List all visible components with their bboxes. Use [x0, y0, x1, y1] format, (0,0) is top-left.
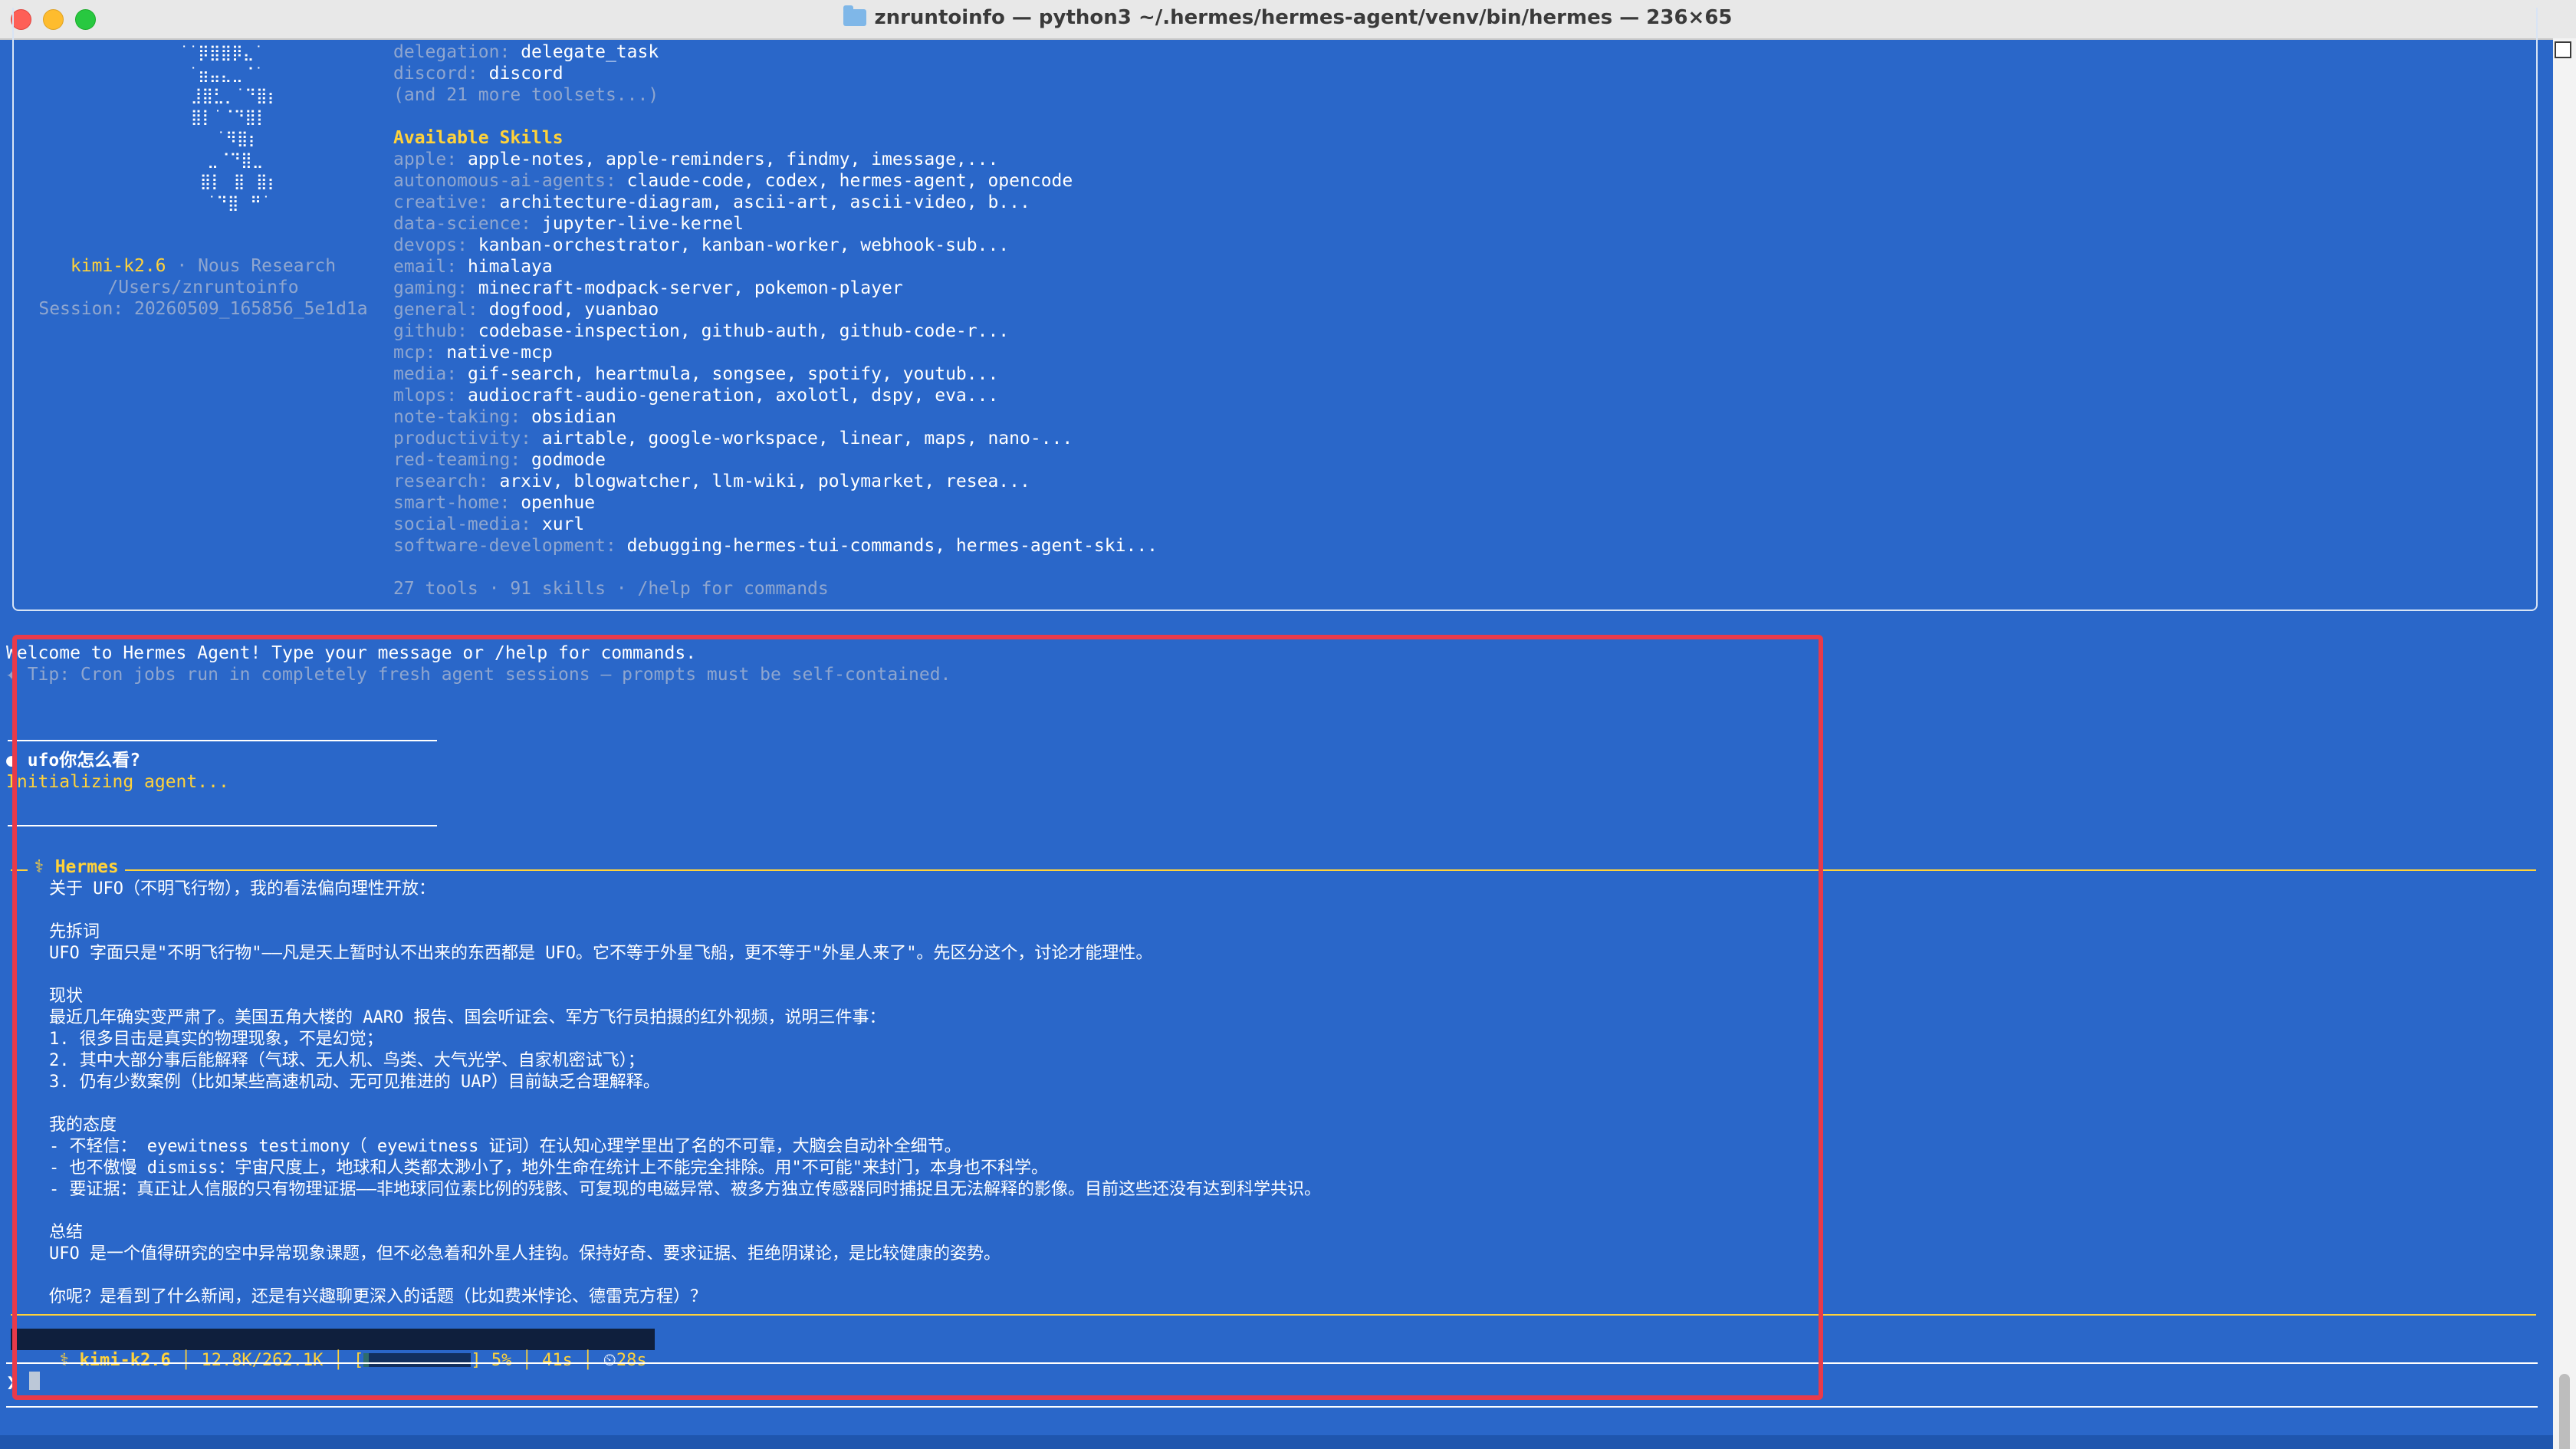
skill-key: software-development: — [393, 536, 616, 556]
logo-art-line: ˙⣶⣤⣄⣀⠈˙ — [161, 64, 264, 83]
skill-key: devops: — [393, 235, 468, 255]
skill-row: media: gif-search, heartmula, songsee, s… — [393, 363, 998, 385]
skill-value: airtable, google-workspace, linear, maps… — [541, 429, 1073, 449]
skill-key: red-teaming: — [393, 450, 521, 470]
skill-value: xurl — [541, 514, 585, 534]
logo-art-line: ⠀⣸⣿⣃⡀˙⠙⣿⡆ — [161, 86, 279, 104]
skill-key: research: — [393, 472, 489, 491]
skill-row: mcp: native-mcp — [393, 342, 553, 363]
skill-row: gaming: minecraft-modpack-server, pokemo… — [393, 278, 903, 299]
model-info-line: kimi-k2.6 · Nous Research — [70, 256, 337, 276]
skill-key: creative: — [393, 192, 489, 212]
skill-value: kanban-orchestrator, kanban-worker, webh… — [478, 235, 1010, 255]
skill-key: autonomous-ai-agents: — [393, 171, 616, 191]
banner-session-id: Session: 20260509_165856_5e1d1a — [38, 299, 368, 319]
skill-key: data-science: — [393, 214, 532, 234]
logo-art-line: ˙⠻⣿⡆ — [161, 129, 260, 147]
banner-panel — [12, 8, 2538, 611]
scrollbar[interactable] — [2553, 38, 2576, 1449]
input-bottom-rule — [6, 1406, 2538, 1408]
skill-key: github: — [393, 321, 468, 341]
skill-key: email: — [393, 257, 458, 277]
scrollbar-thumb[interactable] — [2559, 1374, 2570, 1449]
skill-value: codebase-inspection, github-auth, github… — [478, 321, 1010, 341]
skill-key: social-media: — [393, 514, 532, 534]
toolset-key: delegation: — [393, 42, 511, 62]
skill-key: note-taking: — [393, 407, 521, 427]
terminal-window: znruntoinfo — python3 ~/.hermes/hermes-a… — [0, 0, 2576, 1449]
skill-value: obsidian — [531, 407, 616, 427]
skill-key: apple: — [393, 150, 458, 169]
skill-row: red-teaming: godmode — [393, 449, 606, 471]
skill-value: arxiv, blogwatcher, llm-wiki, polymarket… — [499, 472, 1030, 491]
skill-row: social-media: xurl — [393, 514, 584, 535]
hermes-logo-art: ˙˙⡿⣿⣿⡿⣄˙ ˙⣶⣤⣄⣀⠈˙ ⠀⣸⣿⣃⡀˙⠙⣿⡆ ⠀⣿⡇˙⠈⠙⣿⡇ ˙⠻⣿⡆… — [161, 41, 278, 213]
logo-art-line: ⣀⠈⠙⣿⣀ — [161, 150, 264, 169]
skill-row: note-taking: obsidian — [393, 406, 616, 428]
skill-key: general: — [393, 300, 478, 320]
skill-key: media: — [393, 364, 458, 384]
skill-row: productivity: airtable, google-workspace… — [393, 428, 1073, 449]
skill-row: smart-home: openhue — [393, 492, 595, 514]
skill-value: himalaya — [467, 257, 553, 277]
skill-row: devops: kanban-orchestrator, kanban-work… — [393, 235, 1009, 256]
logo-art-line: ˙⠙⣿⠀⠛˙ — [161, 193, 271, 212]
toolset-value: discord — [488, 64, 564, 84]
skill-value: dogfood, yuanbao — [488, 300, 659, 320]
toolset-row: delegation: delegate_task — [393, 41, 659, 63]
skill-row: general: dogfood, yuanbao — [393, 299, 659, 320]
skill-row: mlops: audiocraft-audio-generation, axol… — [393, 385, 998, 406]
skill-value: apple-notes, apple-reminders, findmy, im… — [467, 150, 999, 169]
skill-value: architecture-diagram, ascii-art, ascii-v… — [499, 192, 1030, 212]
skill-value: minecraft-modpack-server, pokemon-player — [478, 278, 903, 298]
skill-row: creative: architecture-diagram, ascii-ar… — [393, 192, 1030, 213]
skill-row: research: arxiv, blogwatcher, llm-wiki, … — [393, 471, 1030, 492]
more-toolsets-text: (and 21 more toolsets...) — [393, 85, 659, 105]
highlight-annotation — [12, 635, 1823, 1400]
banner-model-name: kimi-k2.6 — [70, 256, 166, 276]
skills-heading: Available Skills — [393, 128, 564, 148]
skill-value: openhue — [521, 493, 596, 513]
skill-row: autonomous-ai-agents: claude-code, codex… — [393, 170, 1073, 192]
banner-summary: 27 tools · 91 skills · /help for command… — [393, 579, 829, 599]
skill-row: apple: apple-notes, apple-reminders, fin… — [393, 149, 998, 170]
skill-row: software-development: debugging-hermes-t… — [393, 535, 1158, 557]
logo-art-line: ˙˙⡿⣿⣿⡿⣄˙ — [161, 43, 264, 61]
logo-art-line: ⠀⣿⡇⠀⣿⠀⣿⡆ — [161, 172, 279, 190]
skill-key: smart-home: — [393, 493, 511, 513]
skill-value: jupyter-live-kernel — [541, 214, 744, 234]
skill-key: gaming: — [393, 278, 468, 298]
toolset-key: discord: — [393, 64, 478, 84]
skill-key: mlops: — [393, 386, 458, 406]
skill-value: godmode — [531, 450, 606, 470]
split-pane-icon[interactable] — [2555, 41, 2571, 58]
banner-provider: Nous Research — [198, 256, 337, 276]
skill-row: data-science: jupyter-live-kernel — [393, 213, 744, 235]
skill-key: productivity: — [393, 429, 532, 449]
logo-art-line: ⠀⣿⡇˙⠈⠙⣿⡇ — [161, 107, 268, 126]
bottom-edge — [0, 1435, 2553, 1449]
skill-value: native-mcp — [446, 343, 553, 363]
toolset-value: delegate_task — [521, 42, 659, 62]
banner-cwd: /Users/znruntoinfo — [107, 278, 299, 297]
skill-row: github: codebase-inspection, github-auth… — [393, 320, 1009, 342]
skill-row: email: himalaya — [393, 256, 553, 278]
skill-value: audiocraft-audio-generation, axolotl, ds… — [467, 386, 999, 406]
skill-value: claude-code, codex, hermes-agent, openco… — [626, 171, 1073, 191]
skill-value: gif-search, heartmula, songsee, spotify,… — [467, 364, 999, 384]
skill-value: debugging-hermes-tui-commands, hermes-ag… — [626, 536, 1158, 556]
toolset-row: discord: discord — [393, 63, 564, 84]
skill-key: mcp: — [393, 343, 436, 363]
